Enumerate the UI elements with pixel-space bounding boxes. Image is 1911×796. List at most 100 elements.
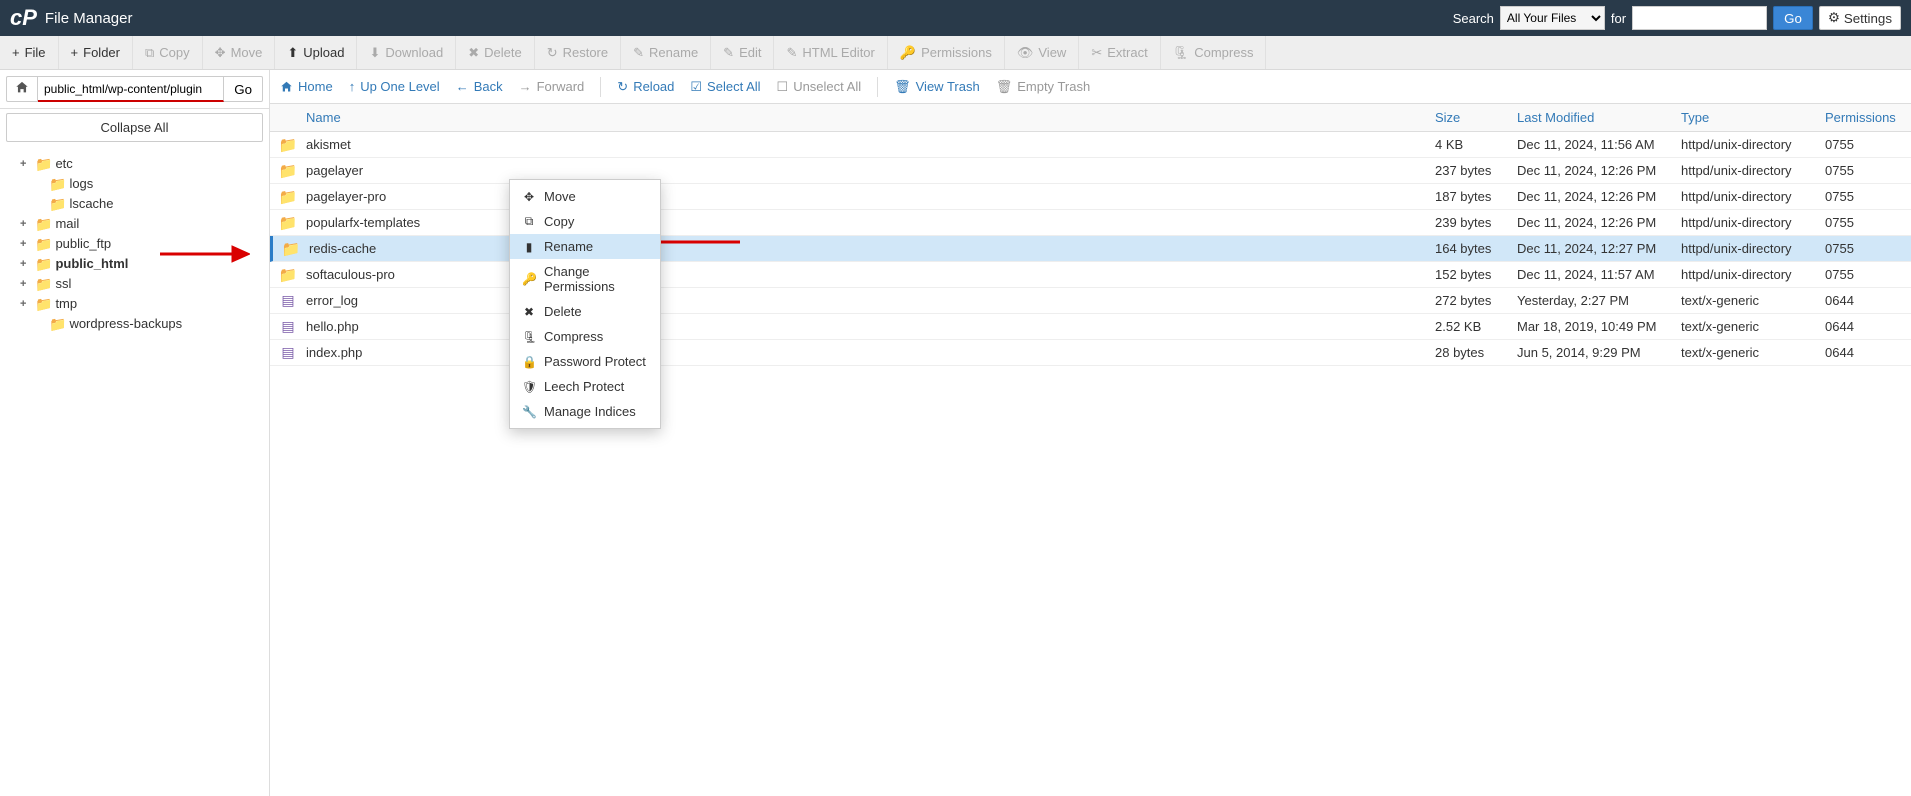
context-change-permissions[interactable]: 🔑Change Permissions	[510, 259, 660, 299]
tree-toggle-icon[interactable]: +	[20, 255, 32, 273]
unselect-all-link[interactable]: ☐Unselect All	[777, 79, 862, 95]
context-move[interactable]: ✥Move	[510, 184, 660, 209]
sidebar: Go Collapse All +📁etc📁logs📁lscache+📁mail…	[0, 70, 270, 796]
app-header: cP File Manager Search All Your Files fo…	[0, 0, 1911, 36]
toolbar-icon: +	[71, 45, 79, 60]
cell-size: 187 bytes	[1435, 189, 1517, 204]
toolbar-icon: ✥	[215, 45, 226, 61]
column-modified[interactable]: Last Modified	[1517, 110, 1681, 125]
context-icon: ⧉	[522, 214, 536, 229]
cell-modified: Mar 18, 2019, 10:49 PM	[1517, 319, 1681, 334]
context-rename[interactable]: ▮Rename	[510, 234, 660, 259]
toolbar-upload[interactable]: ⬆Upload	[275, 36, 357, 69]
cell-name: redis-cache	[309, 241, 1435, 256]
search-go-button[interactable]: Go	[1773, 6, 1813, 30]
context-icon: 🔧	[522, 405, 536, 419]
cell-type: text/x-generic	[1681, 319, 1825, 334]
toolbar-extract[interactable]: ✂Extract	[1079, 36, 1160, 69]
toolbar-icon: ✖	[468, 45, 479, 61]
home-icon-button[interactable]	[6, 76, 38, 102]
toolbar-edit[interactable]: ✎Edit	[711, 36, 774, 69]
up-arrow-icon: ↑	[349, 79, 356, 94]
toolbar-restore[interactable]: ↻Restore	[535, 36, 621, 69]
toolbar-icon: 🔑	[900, 45, 916, 61]
tree-node-public_ftp[interactable]: +📁public_ftp	[20, 234, 261, 254]
toolbar-copy[interactable]: ⧉Copy	[133, 36, 203, 69]
folder-icon: 📁	[49, 175, 66, 193]
context-compress[interactable]: 🗜Compress	[510, 324, 660, 349]
context-icon: ▮	[522, 240, 536, 254]
tree-node-lscache[interactable]: 📁lscache	[20, 194, 261, 214]
cell-permissions: 0755	[1825, 267, 1911, 282]
toolbar-file[interactable]: +File	[0, 36, 59, 69]
table-header: Name Size Last Modified Type Permissions	[270, 104, 1911, 132]
cell-name: pagelayer	[306, 163, 1435, 178]
tree-toggle-icon[interactable]: +	[20, 215, 32, 233]
column-size[interactable]: Size	[1435, 110, 1517, 125]
tree-node-public_html[interactable]: +📁public_html	[20, 254, 261, 274]
tree-toggle-icon[interactable]: +	[20, 275, 32, 293]
select-all-link[interactable]: ☑Select All	[690, 79, 760, 95]
context-copy[interactable]: ⧉Copy	[510, 209, 660, 234]
tree-toggle-icon[interactable]: +	[20, 235, 32, 253]
folder-icon: 📁	[279, 189, 298, 206]
toolbar-move[interactable]: ✥Move	[203, 36, 276, 69]
back-link[interactable]: ←Back	[456, 79, 503, 94]
tree-node-etc[interactable]: +📁etc	[20, 154, 261, 174]
tree-toggle-icon[interactable]: +	[20, 295, 32, 313]
folder-icon: 📁	[35, 155, 52, 173]
cell-modified: Dec 11, 2024, 12:26 PM	[1517, 189, 1681, 204]
context-manage-indices[interactable]: 🔧Manage Indices	[510, 399, 660, 424]
toolbar-rename[interactable]: ✎Rename	[621, 36, 711, 69]
search-scope-select[interactable]: All Your Files	[1500, 6, 1605, 30]
toolbar-icon: ⬇	[369, 45, 380, 61]
tree-node-tmp[interactable]: +📁tmp	[20, 294, 261, 314]
reload-link[interactable]: ↻Reload	[617, 79, 674, 95]
cell-size: 152 bytes	[1435, 267, 1517, 282]
toolbar-delete[interactable]: ✖Delete	[456, 36, 534, 69]
check-icon: ☑	[690, 79, 702, 95]
toolbar-html-editor[interactable]: ✎HTML Editor	[774, 36, 887, 69]
path-input[interactable]	[38, 76, 224, 102]
divider	[600, 77, 601, 97]
tree-node-wordpress-backups[interactable]: 📁wordpress-backups	[20, 314, 261, 334]
tree-node-ssl[interactable]: +📁ssl	[20, 274, 261, 294]
tree-toggle-icon[interactable]: +	[20, 155, 32, 173]
empty-trash-link[interactable]: 🗑Empty Trash	[996, 79, 1090, 95]
home-icon	[15, 81, 29, 94]
right-arrow-icon: →	[519, 79, 532, 94]
home-link[interactable]: Home	[280, 79, 333, 94]
context-delete[interactable]: ✖Delete	[510, 299, 660, 324]
tree-node-logs[interactable]: 📁logs	[20, 174, 261, 194]
toolbar-icon: ✎	[723, 45, 734, 61]
toolbar-icon: 👁	[1017, 45, 1034, 61]
context-leech-protect[interactable]: 🛡Leech Protect	[510, 374, 660, 399]
column-permissions[interactable]: Permissions	[1825, 110, 1911, 125]
context-password-protect[interactable]: 🔒Password Protect	[510, 349, 660, 374]
column-type[interactable]: Type	[1681, 110, 1825, 125]
path-go-button[interactable]: Go	[224, 76, 263, 102]
cell-modified: Dec 11, 2024, 12:26 PM	[1517, 163, 1681, 178]
view-trash-link[interactable]: 🗑View Trash	[894, 79, 980, 95]
forward-link[interactable]: →Forward	[519, 79, 585, 94]
cell-type: httpd/unix-directory	[1681, 189, 1825, 204]
folder-icon: 📁	[49, 195, 66, 213]
toolbar-download[interactable]: ⬇Download	[357, 36, 456, 69]
settings-button[interactable]: ⚙Settings	[1819, 6, 1901, 30]
search-input[interactable]	[1632, 6, 1767, 30]
path-bar: Go	[0, 70, 269, 109]
toolbar-icon: ✂	[1091, 45, 1102, 61]
up-one-level-link[interactable]: ↑Up One Level	[349, 79, 440, 94]
column-name[interactable]: Name	[270, 110, 1435, 125]
tree-node-mail[interactable]: +📁mail	[20, 214, 261, 234]
toolbar-view[interactable]: 👁View	[1005, 36, 1079, 69]
collapse-all-button[interactable]: Collapse All	[6, 113, 263, 142]
toolbar-permissions[interactable]: 🔑Permissions	[888, 36, 1005, 69]
table-row[interactable]: 📁akismet4 KBDec 11, 2024, 11:56 AMhttpd/…	[270, 132, 1911, 158]
toolbar-compress[interactable]: 🗜Compress	[1161, 36, 1267, 69]
cell-type: httpd/unix-directory	[1681, 241, 1825, 256]
context-icon: ✖	[522, 305, 536, 319]
toolbar-folder[interactable]: +Folder	[59, 36, 133, 69]
trash-icon: 🗑	[996, 79, 1013, 95]
cell-permissions: 0755	[1825, 189, 1911, 204]
